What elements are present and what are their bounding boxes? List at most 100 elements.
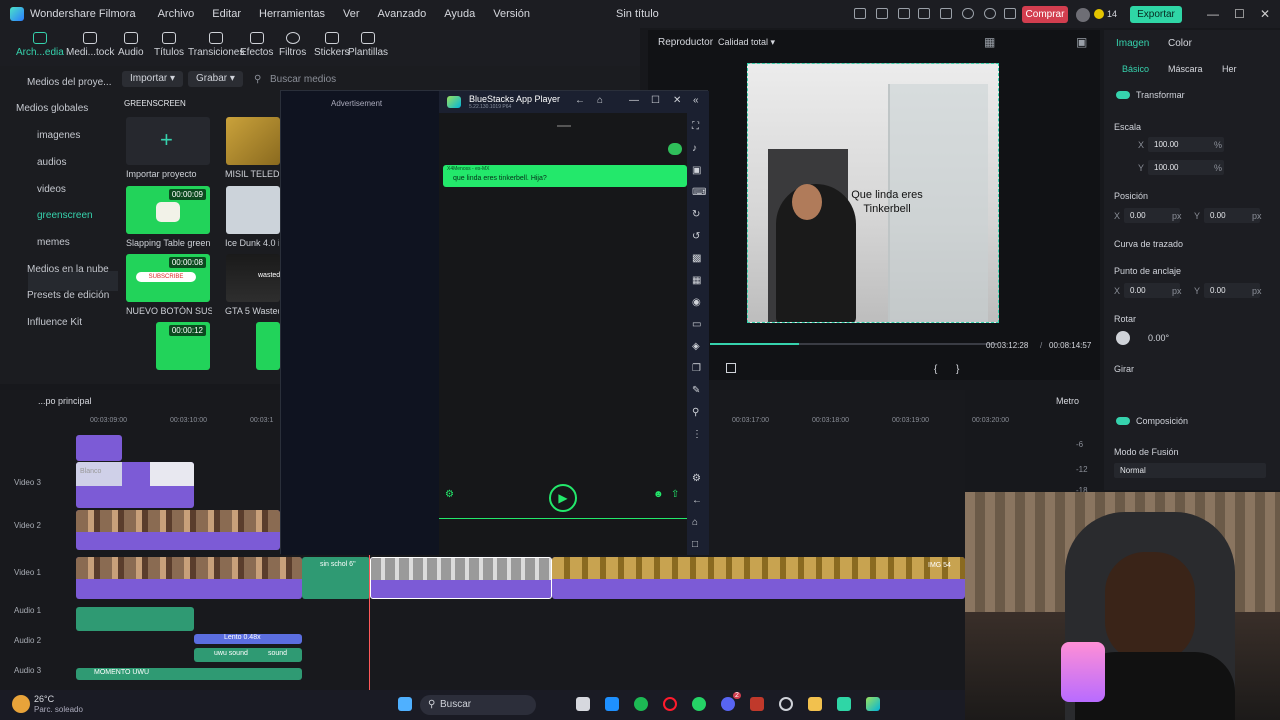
media-thumb[interactable]: wasted [226,254,280,302]
back-icon[interactable]: ← [575,95,585,106]
tool-transitions[interactable]: Transiciones [188,30,244,58]
tool-templates[interactable]: Plantillas [348,30,388,58]
keyboard-icon[interactable]: ⌨ [692,187,706,198]
settings-icon[interactable]: ⚙ [692,473,701,484]
media-icon[interactable]: ▣ [692,165,701,176]
speed-badge[interactable]: Lento 0.48x [194,634,302,644]
filmora-icon[interactable] [837,697,851,711]
image-icon[interactable]: ▣ [1076,35,1087,49]
tool-audio[interactable]: Audio [118,30,144,58]
gamepad-icon[interactable]: ◈ [692,341,700,352]
close-icon[interactable]: ✕ [673,95,681,106]
grid-icon[interactable] [1004,8,1016,19]
media-thumb[interactable]: 00:00:12 [156,322,210,370]
recent-apps-icon[interactable]: □ [692,539,698,550]
mark-in-icon[interactable]: { [934,364,937,375]
rotate-value[interactable]: 0.00° [1148,333,1169,343]
fullscreen-icon[interactable]: ⛶ [692,121,699,132]
timeline-project-name[interactable]: ...po principal [38,396,92,406]
video-clip[interactable] [76,557,302,599]
sidebar-item-global-media[interactable]: Medios globales [16,103,88,114]
maximize-icon[interactable]: ☐ [651,95,660,106]
sidebar-item-memes[interactable]: memes [37,237,70,248]
sidebar-item-audios[interactable]: audios [37,157,66,168]
tool-stickers[interactable]: Stickers [314,30,350,58]
video-clip[interactable] [76,510,280,550]
buy-button[interactable]: Comprar [1022,6,1068,23]
screenshot-icon[interactable]: ▦ [692,275,701,286]
video-clip[interactable]: IMG 54 [552,557,965,599]
discord-icon[interactable] [721,697,735,711]
subtab-mask[interactable]: Máscara [1168,64,1203,74]
save-icon[interactable] [940,8,952,19]
bluestacks-icon[interactable] [866,697,880,711]
sidebar-item-cloud[interactable]: Medios en la nube [27,264,109,275]
layout-icon[interactable] [918,8,930,19]
export-button[interactable]: Exportar [1130,6,1182,23]
menu-version[interactable]: Versión [493,8,530,20]
sidebar-item-greenscreen[interactable]: greenscreen [37,210,93,221]
search-input[interactable]: Buscar medios [270,74,336,85]
tool-my-media[interactable]: Arch...edia [16,30,64,58]
collapse-icon[interactable]: « [693,95,699,106]
tab-color[interactable]: Color [1168,38,1192,49]
task-view-icon[interactable] [576,697,590,711]
weather-condition[interactable]: Parc. soleado [34,705,83,714]
subtab-basic[interactable]: Básico [1122,64,1149,74]
more-icon[interactable]: ⋮ [692,429,702,440]
windows-start-icon[interactable] [398,697,412,711]
tool-stock-media[interactable]: Medi...tock [66,30,114,58]
video-clip[interactable]: sin schol 6" [302,557,370,599]
tab-image[interactable]: Imagen [1116,38,1149,49]
play-button[interactable]: ▶ [549,484,577,512]
maximize-icon[interactable]: ☐ [1234,7,1245,21]
folder-icon[interactable] [808,697,822,711]
media-thumb[interactable] [256,322,280,370]
share-icon[interactable]: ⇧ [671,489,679,500]
settings-icon[interactable]: ⚙ [445,489,454,500]
cloud-icon[interactable] [962,8,974,19]
media-thumb[interactable]: 00:00:08 SUBSCRIBE [126,254,210,302]
macro-icon[interactable]: ✎ [692,385,700,396]
scale-x-input[interactable]: 100.00 [1148,137,1224,152]
tool-titles[interactable]: Títulos [154,30,184,58]
import-button[interactable]: Importar ▾ [122,71,184,87]
apk-icon[interactable]: ▩ [692,253,701,264]
stop-icon[interactable] [726,363,736,373]
back-icon[interactable]: ← [692,495,702,506]
menu-ayuda[interactable]: Ayuda [444,8,475,20]
lightbulb-icon[interactable] [898,8,910,19]
users-icon[interactable]: ☻ [653,489,664,500]
multi-instance-icon[interactable]: ❐ [692,363,701,374]
video-clip[interactable] [76,435,122,461]
import-project-tile[interactable]: + [126,117,210,165]
menu-archivo[interactable]: Archivo [158,8,195,20]
video-preview[interactable]: Que linda eres Tinkerbell [747,63,999,323]
support-icon[interactable] [984,8,996,19]
volume-icon[interactable]: ♪ [692,143,697,154]
scale-y-input[interactable]: 100.00 [1148,160,1224,175]
spotify-icon[interactable] [634,697,648,711]
overlay-text[interactable]: Que linda eres Tinkerbell [832,188,942,216]
rotate-icon[interactable]: ↻ [692,209,700,220]
media-thumb[interactable] [226,186,280,234]
sync-icon[interactable]: ↺ [692,231,700,242]
menu-editar[interactable]: Editar [212,8,241,20]
audio-clip[interactable]: uwu sound sound [194,648,302,662]
settings-icon[interactable] [779,697,793,711]
opera-icon[interactable] [663,697,677,711]
send-icon[interactable] [876,8,888,19]
tool-filters[interactable]: Filtros [279,30,306,58]
video-clip[interactable]: Blanco [76,462,194,508]
audio-clip[interactable]: MOMENTO UWU [76,668,302,680]
taskbar-search[interactable]: Buscar [420,695,536,715]
location-icon[interactable]: ⚲ [692,407,699,418]
rotate-dial[interactable] [1116,331,1130,345]
menu-ver[interactable]: Ver [343,8,360,20]
file-explorer-icon[interactable] [605,697,619,711]
composition-toggle[interactable] [1116,417,1130,425]
minimize-icon[interactable]: — [1207,7,1219,21]
progress-track[interactable] [710,343,998,345]
mark-out-icon[interactable]: } [956,364,959,375]
sidebar-item-project-media[interactable]: Medios del proye... [27,77,112,88]
